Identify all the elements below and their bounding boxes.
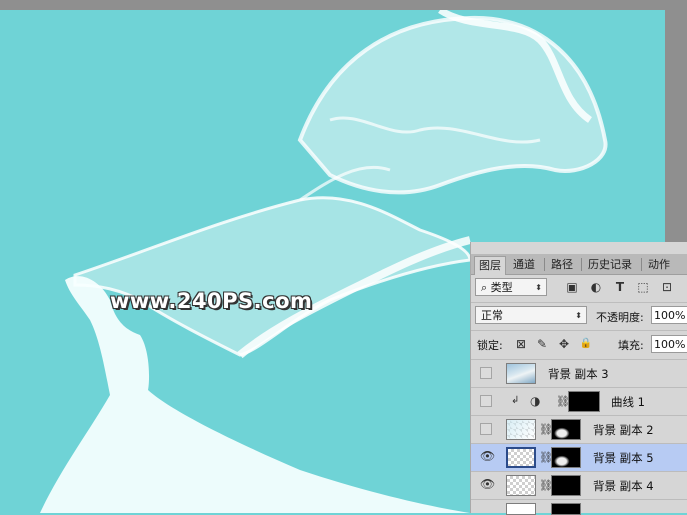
- chevron-updown-icon: ⬍: [535, 283, 542, 292]
- layer-mask-thumbnail: [551, 447, 581, 468]
- eye-icon[interactable]: 👁: [480, 478, 495, 491]
- visibility-toggle[interactable]: [480, 395, 492, 407]
- smart-object-filter-icon[interactable]: ⊡: [660, 280, 674, 294]
- layer-thumbnail: [506, 503, 536, 515]
- type-filter-icon[interactable]: T: [613, 280, 627, 294]
- tab-channels[interactable]: 通道: [509, 256, 539, 273]
- tab-layers[interactable]: 图层: [474, 256, 506, 275]
- layer-thumbnail: [506, 419, 536, 440]
- curves-adjustment-icon: ◑: [530, 394, 541, 408]
- watermark-text: www.240PS.com: [110, 289, 313, 313]
- blend-opacity-row: 正常 ⬍ 不透明度: 100%: [471, 302, 687, 327]
- layer-filter-row: ⌕ 类型 ⬍ ▣ ◐ T ⬚ ⊡: [471, 275, 687, 301]
- layer-mask-thumbnail: [568, 391, 600, 412]
- visibility-toggle[interactable]: [480, 367, 492, 379]
- layers-panel: 图层 通道 路径 历史记录 动作 ⌕ 类型 ⬍ ▣ ◐ T ⬚ ⊡ 正常 ⬍ 不…: [470, 242, 687, 515]
- opacity-label: 不透明度:: [596, 311, 644, 324]
- layer-name: 背景 副本 2: [593, 423, 654, 437]
- blend-mode-select[interactable]: 正常 ⬍: [475, 306, 587, 324]
- layer-name: 背景 副本 3: [548, 367, 609, 381]
- opacity-field[interactable]: 100%: [651, 306, 687, 324]
- eye-icon[interactable]: 👁: [480, 450, 495, 463]
- tab-history[interactable]: 历史记录: [584, 256, 636, 273]
- layer-row-selected[interactable]: 👁 ⛓ 背景 副本 5: [471, 443, 687, 471]
- layer-thumbnail: [506, 475, 536, 496]
- tab-paths[interactable]: 路径: [547, 256, 577, 273]
- lock-image-icon[interactable]: ✎: [535, 337, 549, 351]
- fill-field[interactable]: 100%: [651, 335, 687, 353]
- layer-row[interactable]: ⛓ 背景 副本 2: [471, 415, 687, 443]
- blend-mode-value: 正常: [481, 309, 503, 322]
- shape-filter-icon[interactable]: ⬚: [636, 280, 650, 294]
- clipping-arrow-icon: ↲: [511, 395, 520, 406]
- pixel-filter-icon[interactable]: ▣: [565, 280, 579, 294]
- layer-mask-thumbnail: [551, 419, 581, 440]
- lock-transparent-icon[interactable]: ⊠: [514, 337, 528, 351]
- chevron-updown-icon: ⬍: [575, 311, 582, 320]
- layer-row[interactable]: 背景 副本 3: [471, 359, 687, 387]
- tab-actions[interactable]: 动作: [644, 256, 674, 273]
- lock-fill-row: 锁定: ⊠ ✎ ✥ 🔒 填充: 100%: [471, 330, 687, 357]
- layer-name: 背景 副本 4: [593, 479, 654, 493]
- layer-mask-thumbnail: [551, 475, 581, 496]
- layer-name: 曲线 1: [611, 395, 645, 409]
- adjustment-filter-icon[interactable]: ◐: [589, 280, 603, 294]
- panel-tab-bar: 图层 通道 路径 历史记录 动作: [471, 254, 687, 275]
- layer-row-partial[interactable]: [471, 499, 687, 515]
- lock-all-icon[interactable]: 🔒: [579, 337, 593, 351]
- search-icon: ⌕: [481, 281, 488, 294]
- lock-label: 锁定:: [477, 339, 503, 352]
- lock-position-icon[interactable]: ✥: [557, 337, 571, 351]
- layer-row[interactable]: 👁 ⛓ 背景 副本 4: [471, 471, 687, 499]
- layer-thumbnail: [506, 447, 536, 468]
- filter-kind-label: 类型: [490, 281, 513, 294]
- layer-row[interactable]: ↲ ◑ ⛓ 曲线 1: [471, 387, 687, 415]
- filter-kind-select[interactable]: ⌕ 类型 ⬍: [475, 278, 547, 296]
- visibility-toggle[interactable]: [480, 423, 492, 435]
- layer-thumbnail: [506, 363, 536, 384]
- fill-label: 填充:: [618, 339, 644, 352]
- layer-mask-thumbnail: [551, 503, 581, 515]
- layer-name: 背景 副本 5: [593, 451, 654, 465]
